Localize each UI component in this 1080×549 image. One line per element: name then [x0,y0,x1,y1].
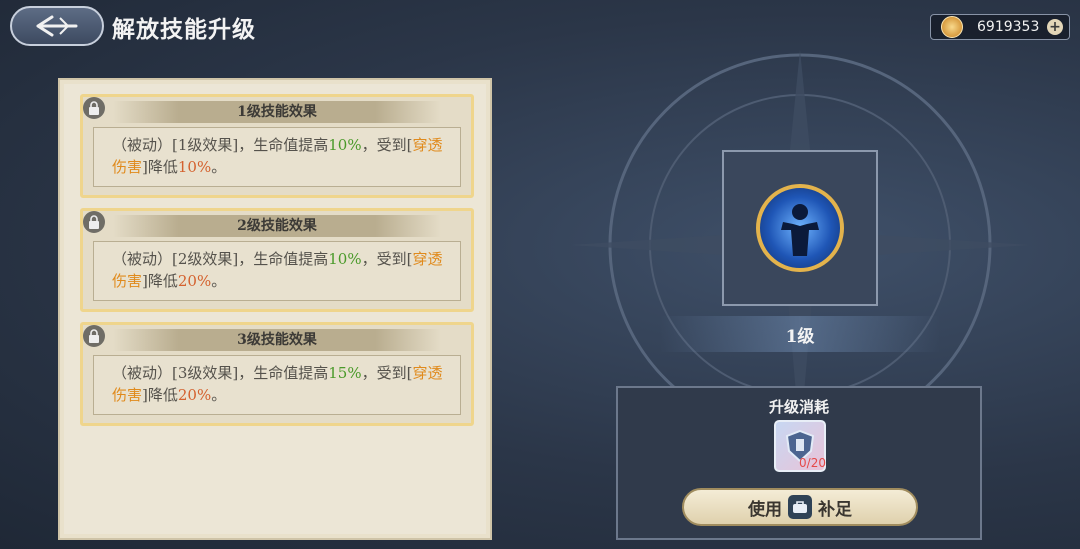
figure-silhouette-icon [781,204,819,256]
cost-title: 升级消耗 [768,398,829,416]
back-arrow-icon [36,15,78,37]
effect-header: 3级技能效果 [113,329,441,351]
upgrade-cost-panel: 升级消耗 0/20 使用 补足 [616,386,982,540]
effect-header: 1级技能效果 [113,101,441,123]
effect-header: 2级技能效果 [113,215,441,237]
button-label-use: 使用 [748,499,782,520]
page-title: 解放技能升级 [112,17,256,43]
effect-description: （被动）[3级效果]，生命值提高15%，受到[穿透伤害]降低20%。 [93,355,461,415]
skill-effects-panel: 1级技能效果 （被动）[1级效果]，生命值提高10%，受到[穿透伤害]降低10%… [58,78,492,540]
lock-icon [83,211,105,233]
use-supplement-button[interactable]: 使用 补足 [682,488,918,526]
effect-card-level-2: 2级技能效果 （被动）[2级效果]，生命值提高10%，受到[穿透伤害]降低20%… [80,208,474,312]
plus-icon[interactable]: + [1047,19,1063,35]
effect-description: （被动）[1级效果]，生命值提高10%，受到[穿透伤害]降低10%。 [93,127,461,187]
currency-amount: 6919353 [977,19,1040,35]
effect-card-level-3: 3级技能效果 （被动）[3级效果]，生命值提高15%，受到[穿透伤害]降低20%… [80,322,474,426]
back-button[interactable] [10,6,104,46]
bag-icon [788,495,812,519]
coin-icon [941,16,963,38]
lock-icon [83,325,105,347]
skill-icon[interactable] [756,184,844,272]
cost-item-count: 0/20 [799,456,826,470]
currency-display: 6919353 + [930,14,1070,40]
effect-card-level-1: 1级技能效果 （被动）[1级效果]，生命值提高10%，受到[穿透伤害]降低10%… [80,94,474,198]
button-label-supplement: 补足 [818,499,852,520]
effect-description: （被动）[2级效果]，生命值提高10%，受到[穿透伤害]降低20%。 [93,241,461,301]
lock-icon [83,97,105,119]
skill-level-label: 1级 [785,327,815,347]
